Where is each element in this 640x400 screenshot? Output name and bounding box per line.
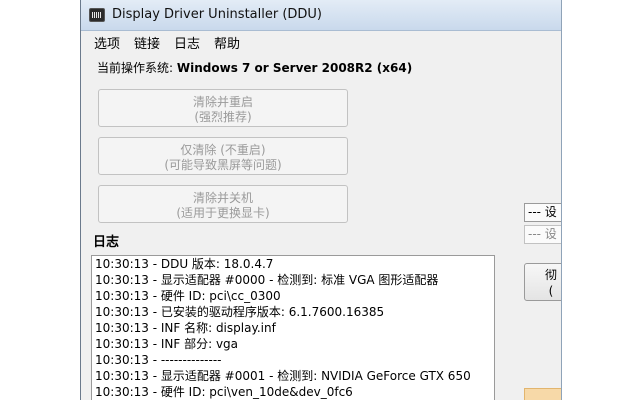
- clean-and-restart-button[interactable]: 清除并重启 (强烈推荐): [98, 89, 348, 127]
- log-line: 10:30:13 - DDU 版本: 18.0.4.7: [95, 257, 274, 271]
- title-bar[interactable]: Display Driver Uninstaller (DDU): [81, 0, 561, 31]
- log-line: 10:30:13 - INF 部分: vga: [95, 337, 239, 351]
- side-action-button[interactable]: 彻 (: [524, 263, 561, 301]
- button-label: 彻: [544, 268, 557, 282]
- log-line: 10:30:13 - INF 名称: display.inf: [95, 321, 276, 335]
- menu-log[interactable]: 日志: [168, 33, 206, 52]
- log-line: 10:30:13 - --------------: [95, 353, 222, 367]
- menu-options[interactable]: 选项: [88, 33, 126, 52]
- os-label: 当前操作系统:: [97, 61, 174, 75]
- button-sublabel: (可能导致黑屏等问题): [164, 157, 282, 172]
- button-sublabel: (强烈推荐): [194, 109, 252, 124]
- graphics-card-icon: [89, 8, 105, 22]
- button-sublabel: (适用于更换显卡): [176, 205, 270, 220]
- menu-help[interactable]: 帮助: [208, 33, 246, 52]
- ddu-window: Display Driver Uninstaller (DDU) 选项 链接 日…: [80, 0, 562, 400]
- button-label: 清除并重启: [192, 94, 253, 109]
- log-line: 10:30:13 - 已安装的驱动程序版本: 6.1.7600.16385: [95, 305, 385, 319]
- device-type-select[interactable]: --- 设: [524, 203, 561, 222]
- vendor-select[interactable]: --- 设: [524, 225, 561, 244]
- clean-and-shutdown-button[interactable]: 清除并关机 (适用于更换显卡): [98, 185, 348, 223]
- log-line: 10:30:13 - 显示适配器 #0000 - 检测到: 标准 VGA 图形适…: [95, 273, 439, 287]
- os-value: Windows 7 or Server 2008R2 (x64): [176, 61, 413, 75]
- log-listbox[interactable]: 10:30:13 - DDU 版本: 18.0.4.7 10:30:13 - 显…: [91, 255, 495, 400]
- button-label: 清除并关机: [192, 190, 253, 205]
- log-heading: 日志: [93, 235, 120, 250]
- log-line: 10:30:13 - 硬件 ID: pci\cc_0300: [95, 289, 281, 303]
- side-highlight-button[interactable]: [524, 388, 561, 400]
- clean-no-restart-button[interactable]: 仅清除 (不重启) (可能导致黑屏等问题): [98, 137, 348, 175]
- window-title: Display Driver Uninstaller (DDU): [112, 7, 323, 22]
- button-label: 仅清除 (不重启): [180, 142, 266, 157]
- button-sublabel: (: [548, 284, 554, 298]
- log-line: 10:30:13 - 硬件 ID: pci\ven_10de&dev_0fc6: [95, 385, 353, 399]
- menu-links[interactable]: 链接: [128, 33, 166, 52]
- os-info: 当前操作系统: Windows 7 or Server 2008R2 (x64): [97, 59, 412, 76]
- menu-bar: 选项 链接 日志 帮助: [81, 31, 561, 53]
- log-line: 10:30:13 - 显示适配器 #0001 - 检测到: NVIDIA GeF…: [95, 369, 471, 383]
